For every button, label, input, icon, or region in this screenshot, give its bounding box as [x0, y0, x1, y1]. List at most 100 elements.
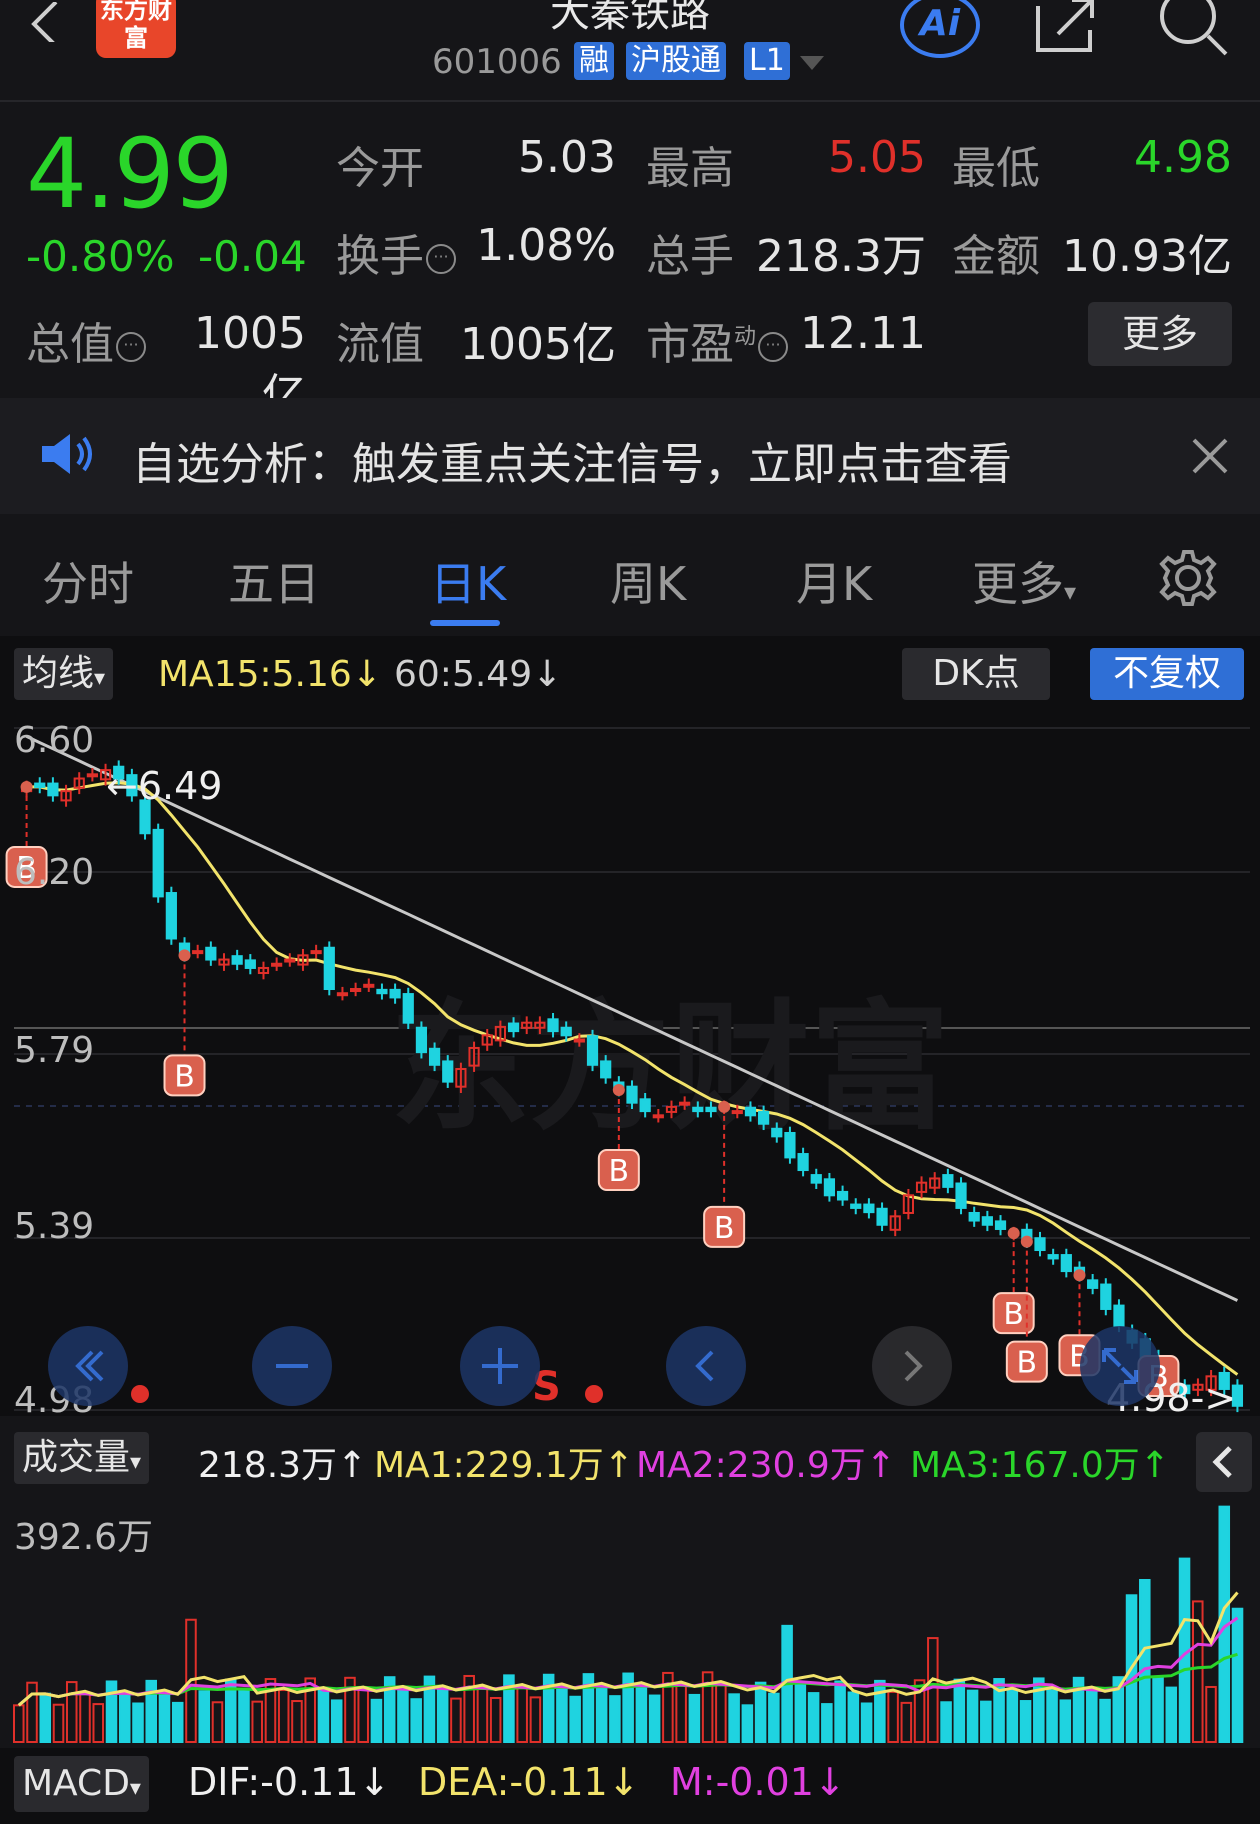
- candle-body: [389, 988, 401, 999]
- candle-body: [507, 1022, 520, 1033]
- candle-body: [797, 1153, 809, 1172]
- candle-body: [428, 1047, 441, 1066]
- tab-weekly-k[interactable]: 周K: [610, 548, 686, 614]
- expand-icon: [1102, 1348, 1138, 1384]
- volume-bar: [52, 1703, 65, 1744]
- tab-monthly-k[interactable]: 月K: [796, 548, 872, 614]
- expand-button[interactable]: [1080, 1326, 1160, 1406]
- zoom-in-button[interactable]: [460, 1326, 540, 1406]
- float-cap-value: 1005亿: [460, 319, 616, 370]
- volume-bar: [39, 1692, 52, 1743]
- float-cap-label: 流值: [336, 319, 424, 370]
- volume-bar: [171, 1701, 184, 1743]
- candle-body: [205, 946, 217, 961]
- low-value: 4.98: [1134, 132, 1232, 183]
- volume-chart[interactable]: [0, 1494, 1260, 1744]
- buy-signal-dot: [612, 1084, 625, 1097]
- candle-body: [1047, 1254, 1059, 1260]
- candle-body: [363, 983, 375, 988]
- volume-bar: [1019, 1700, 1032, 1743]
- kline-chart[interactable]: 东方财富 B B B B B B B B: [0, 636, 1260, 1416]
- kline-canvas[interactable]: 东方财富BBBBBB BB: [0, 636, 1260, 1416]
- volume-bar: [317, 1688, 330, 1744]
- macd-select[interactable]: MACD▾: [14, 1756, 149, 1812]
- candle-body: [679, 1101, 691, 1106]
- candle-body: [784, 1131, 796, 1159]
- dk-point-button[interactable]: DK点: [902, 648, 1050, 700]
- volume-bar: [529, 1696, 542, 1743]
- candle-body: [336, 992, 349, 997]
- collapse-button[interactable]: [1196, 1432, 1252, 1492]
- y-label-2: 6.20: [14, 852, 95, 893]
- buy-signal-dot: [1020, 1235, 1033, 1248]
- volume-bar: [277, 1689, 290, 1743]
- zoom-out-button[interactable]: [252, 1326, 332, 1406]
- candle-body: [47, 782, 59, 797]
- dropdown-caret-icon: ▾: [1064, 578, 1077, 606]
- y-label-3: 5.79: [14, 1030, 95, 1071]
- volume-bar: [980, 1700, 992, 1744]
- app-logo: 东方财富: [96, 0, 176, 58]
- volume-bar: [834, 1680, 846, 1744]
- open-value: 5.03: [518, 132, 616, 183]
- buy-signal-dot: [178, 949, 191, 962]
- tab-more[interactable]: 更多▾: [972, 548, 1076, 614]
- candle-body: [231, 955, 243, 965]
- double-chevron-left-icon: [75, 1350, 104, 1382]
- ai-assistant-button[interactable]: Ai: [900, 0, 980, 58]
- candle-body: [415, 1026, 428, 1054]
- volume-bar: [847, 1691, 860, 1743]
- volume-bar: [410, 1698, 422, 1744]
- tab-intraday[interactable]: 分时: [42, 548, 134, 614]
- info-icon[interactable]: ···: [758, 332, 789, 362]
- turnover-value: 1.08%: [476, 220, 616, 271]
- dropdown-caret-icon[interactable]: [800, 56, 824, 70]
- gear-icon[interactable]: [1158, 548, 1218, 608]
- tab-daily-k[interactable]: 日K: [430, 548, 506, 614]
- ma-select[interactable]: 均线▾: [14, 648, 114, 700]
- scroll-right-button[interactable]: [872, 1326, 952, 1406]
- change-percent: -0.80%: [26, 232, 175, 281]
- high-label: 最高: [646, 143, 734, 194]
- close-icon[interactable]: [1190, 436, 1230, 476]
- tab-five-day[interactable]: 五日: [228, 548, 320, 614]
- back-arrow-icon[interactable]: [28, 2, 68, 42]
- candle-body: [271, 962, 283, 967]
- candle-body: [981, 1216, 993, 1226]
- share-icon[interactable]: [1034, 0, 1098, 54]
- candle-body: [994, 1220, 1007, 1230]
- pe-value: 12.11: [800, 308, 926, 359]
- candle-body: [34, 782, 46, 788]
- buy-signal-label: B: [174, 1059, 195, 1094]
- notice-text[interactable]: 自选分析：触发重点关注信号，立即点击查看: [132, 428, 1012, 492]
- adjust-button[interactable]: 不复权: [1090, 648, 1244, 700]
- marker-dot: [585, 1385, 603, 1403]
- volume-bar: [1205, 1685, 1217, 1743]
- info-icon[interactable]: ···: [426, 244, 456, 274]
- margin-tag: 融: [574, 42, 614, 80]
- candle-body: [639, 1098, 651, 1113]
- volume-bar: [1046, 1688, 1058, 1744]
- search-icon[interactable]: [1150, 0, 1230, 56]
- volume-select[interactable]: 成交量▾: [14, 1432, 150, 1484]
- minus-icon: [276, 1364, 308, 1368]
- volume-bar: [357, 1687, 369, 1744]
- candle-body: [836, 1190, 849, 1201]
- volume-bar: [1231, 1607, 1244, 1743]
- info-icon[interactable]: ···: [116, 332, 146, 362]
- volume-bar: [953, 1678, 966, 1743]
- candle-body: [600, 1060, 612, 1079]
- more-button[interactable]: 更多: [1088, 302, 1232, 366]
- volume-bar: [516, 1685, 528, 1744]
- volume-bar: [569, 1695, 581, 1744]
- volume-bar: [860, 1702, 873, 1743]
- amount-value: 10.93亿: [1062, 231, 1232, 282]
- candle-body: [731, 1110, 743, 1115]
- candle-body: [442, 1060, 454, 1083]
- volume-bar: [874, 1679, 886, 1743]
- volume-bar: [436, 1686, 449, 1743]
- volume-bar: [768, 1692, 780, 1743]
- scroll-left-button[interactable]: [666, 1326, 746, 1406]
- buy-signal-dot: [1007, 1227, 1020, 1240]
- fast-back-button[interactable]: [48, 1326, 128, 1406]
